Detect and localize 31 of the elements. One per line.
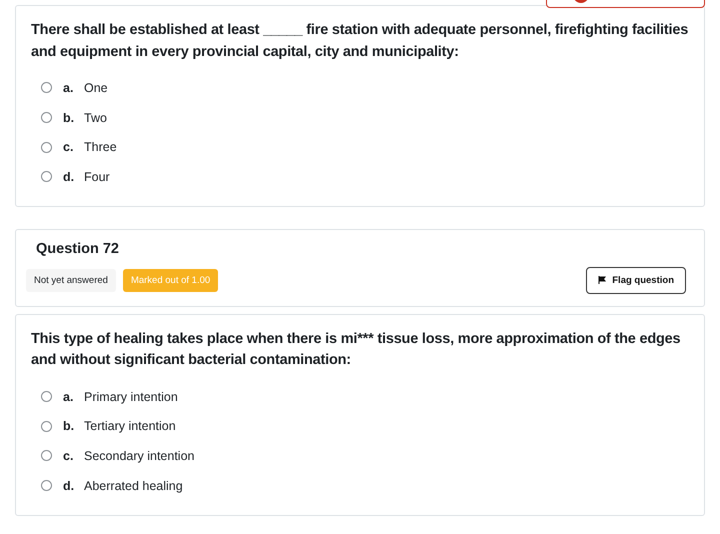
option-label[interactable]: Tertiary intention <box>84 419 176 434</box>
option-label[interactable]: Primary intention <box>84 390 178 404</box>
option-label[interactable]: Aberrated healing <box>84 478 183 493</box>
radio-button[interactable] <box>41 391 52 402</box>
option-letter: d. <box>63 478 76 493</box>
status-tag: Not yet answered <box>26 268 116 292</box>
option-letter: a. <box>63 80 74 95</box>
option-label[interactable]: Secondary intention <box>84 448 194 463</box>
marks-tag: Marked out of 1.00 <box>122 268 218 292</box>
option-label[interactable]: Three <box>84 140 117 154</box>
radio-button[interactable] <box>41 112 52 124</box>
option-letter: b. <box>63 110 76 125</box>
question-text: There shall be established at least _____ fire station with adequate personnel, firefighting facilities and equipment in every provincial capital, city and municipality: <box>31 21 689 62</box>
radio-button[interactable] <box>41 420 52 432</box>
radio-button[interactable] <box>41 82 52 94</box>
radio-button[interactable] <box>41 450 52 462</box>
option-label[interactable]: Four <box>84 170 110 184</box>
question-text: This type of healing takes place when there is mi*** tissue loss, more approximation of the edges and without significant bacterial contamination: <box>31 330 682 370</box>
radio-button[interactable] <box>41 171 52 182</box>
option-letter: d. <box>63 170 76 184</box>
radio-button[interactable] <box>41 142 52 153</box>
option-letter: a. <box>63 390 74 404</box>
radio-button[interactable] <box>41 480 52 492</box>
option-letter: c. <box>63 140 74 154</box>
option-letter: b. <box>63 419 76 434</box>
option-label[interactable]: One <box>84 80 108 95</box>
flag-question-button[interactable]: Flag question <box>586 266 686 294</box>
option-label[interactable]: Two <box>84 110 107 125</box>
option-letter: c. <box>63 448 74 463</box>
question-number: Question 72 <box>36 240 120 257</box>
flag-icon <box>598 276 606 284</box>
